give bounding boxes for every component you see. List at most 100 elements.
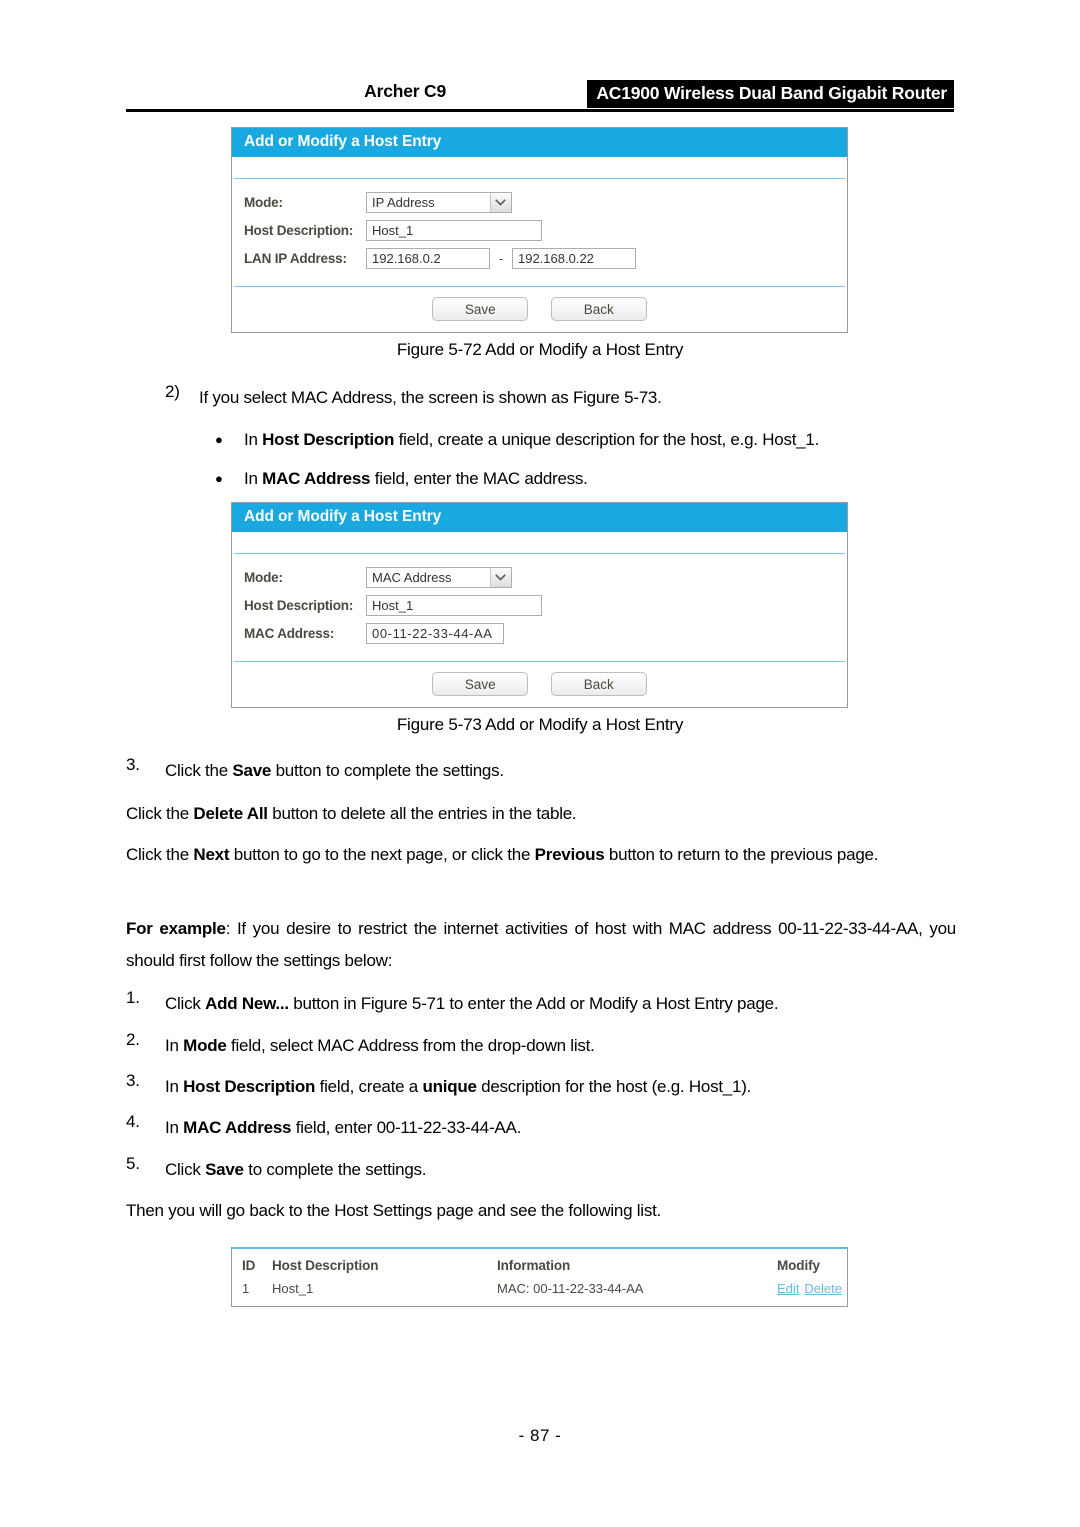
- step5-bold: Save: [205, 1160, 244, 1179]
- chevron-down-glyph: [495, 198, 506, 206]
- item3-pre: Click the: [165, 761, 233, 780]
- bullet-glyph-2: ●: [215, 471, 223, 486]
- column-header-id: ID: [242, 1258, 256, 1273]
- chevron-down-glyph: [495, 573, 506, 581]
- step-text-1: Click Add New... button in Figure 5-71 t…: [165, 988, 955, 1020]
- panel-spacer: [232, 532, 847, 553]
- step5-post: to complete the settings.: [243, 1160, 427, 1179]
- item3-bold: Save: [232, 761, 272, 780]
- delete-bold: Delete All: [193, 804, 268, 823]
- panel-form-ip: Mode: IP Address Host Description: Host_…: [232, 179, 847, 286]
- page-number: - 87 -: [518, 1426, 562, 1445]
- form-row-host-description: Host Description: Host_1: [232, 218, 847, 242]
- mode-select-value: MAC Address: [372, 569, 452, 585]
- panel-title-ip: Add or Modify a Host Entry: [232, 128, 847, 157]
- lan-ip-end-input[interactable]: 192.168.0.22: [512, 247, 636, 269]
- panel-spacer: [232, 157, 847, 178]
- step2-bold: Mode: [183, 1036, 227, 1055]
- step4-bold: MAC Address: [183, 1118, 292, 1137]
- list-text-2: If you select MAC Address, the screen is…: [199, 388, 662, 407]
- bullet-text-2: In MAC Address field, enter the MAC addr…: [244, 463, 959, 495]
- step4-pre: In: [165, 1118, 184, 1137]
- delete-pre: Click the: [126, 804, 194, 823]
- table-header-row: ID Host Description Information Modify: [232, 1249, 847, 1278]
- step3-mid: field, create a: [315, 1077, 423, 1096]
- header-rule: [126, 109, 954, 112]
- form-row-lan-ip-address: LAN IP Address: 192.168.0.2 - 192.168.0.…: [232, 246, 847, 270]
- step1-pre: Click: [165, 994, 206, 1013]
- back-button-ip[interactable]: Back: [550, 297, 647, 321]
- mac-address-input[interactable]: 00-11-22-33-44-AA: [366, 622, 504, 644]
- cell-host-description: Host_1: [272, 1281, 314, 1296]
- step-text-2: In Mode field, select MAC Address from t…: [165, 1030, 955, 1062]
- paragraph-closing: Then you will go back to the Host Settin…: [126, 1201, 662, 1220]
- paragraph-delete-all: Click the Delete All button to delete al…: [126, 798, 956, 830]
- mode-select-ip[interactable]: IP Address: [366, 191, 512, 213]
- previous-bold: Previous: [534, 845, 605, 864]
- next-bold: Next: [193, 845, 230, 864]
- step1-bold: Add New...: [205, 994, 289, 1013]
- form-row-mode: Mode: IP Address: [232, 190, 847, 214]
- label-host-description: Host Description:: [244, 222, 354, 238]
- step-number-2: 2.: [126, 1030, 140, 1049]
- host-description-input-mac[interactable]: Host_1: [366, 594, 542, 616]
- step-text-3: In Host Description field, create a uniq…: [165, 1071, 955, 1103]
- step3-bold: Host Description: [183, 1077, 316, 1096]
- bullet-text-1: In Host Description field, create a uniq…: [244, 424, 959, 456]
- step-number-3: 3.: [126, 1071, 140, 1090]
- step3-post: description for the host (e.g. Host_1).: [476, 1077, 752, 1096]
- list-text-3: Click the Save button to complete the se…: [165, 755, 955, 787]
- cell-id: 1: [242, 1281, 250, 1296]
- form-row-mode: Mode: MAC Address: [232, 565, 847, 589]
- header-product-title: AC1900 Wireless Dual Band Gigabit Router: [587, 80, 954, 108]
- bullet-glyph-1: ●: [215, 432, 223, 447]
- delete-link[interactable]: Delete: [804, 1281, 842, 1296]
- bullet-1-pre: In: [244, 430, 263, 449]
- step2-pre: In: [165, 1036, 184, 1055]
- step1-post: button in Figure 5-71 to enter the Add o…: [288, 994, 779, 1013]
- column-header-host-description: Host Description: [272, 1258, 379, 1273]
- form-row-mac-address: MAC Address: 00-11-22-33-44-AA: [232, 621, 847, 645]
- step4-post: field, enter 00-11-22-33-44-AA.: [291, 1118, 522, 1137]
- bullet-2-pre: In: [244, 469, 263, 488]
- panel-form-mac: Mode: MAC Address Host Description: Host…: [232, 554, 847, 661]
- chevron-down-icon[interactable]: [490, 192, 511, 212]
- back-button-mac[interactable]: Back: [550, 672, 647, 696]
- label-mode: Mode:: [244, 569, 283, 585]
- mode-select-mac[interactable]: MAC Address: [366, 566, 512, 588]
- paragraph-next-previous: Click the Next button to go to the next …: [126, 839, 956, 871]
- panel-actions-ip: Save Back: [232, 287, 847, 332]
- step-text-4: In MAC Address field, enter 00-11-22-33-…: [165, 1112, 955, 1144]
- step2-post: field, select MAC Address from the drop-…: [226, 1036, 595, 1055]
- step-text-5: Click Save to complete the settings.: [165, 1154, 955, 1186]
- lan-ip-start-input[interactable]: 192.168.0.2: [366, 247, 490, 269]
- step-number-5: 5.: [126, 1154, 140, 1173]
- column-header-modify: Modify: [777, 1258, 820, 1273]
- next-mid: button to go to the next page, or click …: [229, 845, 535, 864]
- next-post: button to return to the previous page.: [604, 845, 879, 864]
- chevron-down-icon[interactable]: [490, 567, 511, 587]
- step5-pre: Click: [165, 1160, 206, 1179]
- save-button-mac[interactable]: Save: [432, 672, 529, 696]
- panel-actions-mac: Save Back: [232, 662, 847, 707]
- delete-post: button to delete all the entries in the …: [267, 804, 577, 823]
- item3-post: button to complete the settings.: [271, 761, 505, 780]
- table-row: 1 Host_1 MAC: 00-11-22-33-44-AA Edit Dele…: [232, 1278, 847, 1306]
- label-mode: Mode:: [244, 194, 283, 210]
- cell-modify: Edit Delete: [777, 1278, 847, 1306]
- label-mac-address: MAC Address:: [244, 625, 335, 641]
- step-number-1: 1.: [126, 988, 140, 1007]
- host-settings-list-panel: ID Host Description Information Modify 1…: [231, 1247, 848, 1307]
- host-description-input-ip[interactable]: Host_1: [366, 219, 542, 241]
- label-lan-ip-address: LAN IP Address:: [244, 250, 347, 266]
- add-modify-host-entry-panel-mac: Add or Modify a Host Entry Mode: MAC Add…: [231, 502, 848, 708]
- example-bold: For example: [126, 919, 226, 938]
- list-number-2: 2): [165, 382, 180, 401]
- edit-link[interactable]: Edit: [777, 1281, 799, 1296]
- bullet-2-bold: MAC Address: [262, 469, 371, 488]
- label-host-description: Host Description:: [244, 597, 354, 613]
- save-button-ip[interactable]: Save: [432, 297, 529, 321]
- step-number-4: 4.: [126, 1112, 140, 1131]
- host-list-table: ID Host Description Information Modify 1…: [232, 1249, 847, 1306]
- form-row-host-description: Host Description: Host_1: [232, 593, 847, 617]
